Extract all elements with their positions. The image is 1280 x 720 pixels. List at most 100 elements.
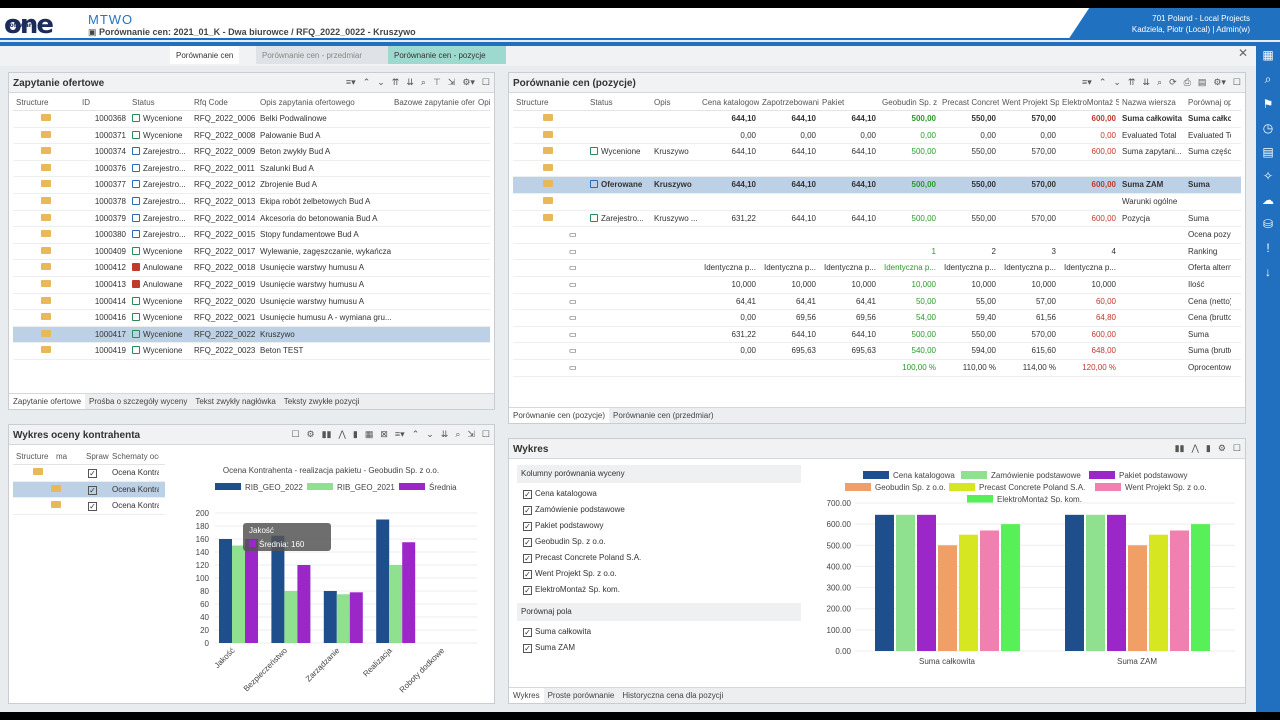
- table-row[interactable]: ▭ 1 2 3 4 Ranking: [513, 244, 1241, 261]
- checkbox-item[interactable]: ✓ ElektroMontaż Sp. kom.: [523, 582, 795, 598]
- bar[interactable]: [284, 591, 298, 643]
- maximize-icon[interactable]: ☐: [482, 429, 490, 440]
- settings-icon[interactable]: ⚙▾: [462, 77, 475, 88]
- table-row[interactable]: 1000417 Wycenione RFQ_2022_0022 Kruszywo: [13, 326, 490, 344]
- table-row[interactable]: ▭ 10,000 10,000 10,000 10,000 10,000 10,000 10,…: [513, 277, 1241, 294]
- checkbox-item[interactable]: ✓ Suma całkowita: [523, 624, 795, 640]
- search-icon[interactable]: ⌕: [1265, 72, 1272, 87]
- pin-icon[interactable]: ↓: [1265, 265, 1271, 279]
- checkbox-item[interactable]: ✓ Geobudin Sp. z o.o.: [523, 534, 795, 550]
- checkbox[interactable]: ✓: [523, 628, 532, 637]
- column-header[interactable]: Spraw: [83, 449, 109, 464]
- checkbox[interactable]: ✓: [88, 485, 97, 495]
- checkbox[interactable]: ✓: [523, 586, 532, 595]
- column-header[interactable]: ma: [53, 449, 83, 464]
- checkbox-item[interactable]: ✓ Went Projekt Sp. z o.o.: [523, 566, 795, 582]
- bar[interactable]: [323, 591, 337, 643]
- checkbox[interactable]: ✓: [523, 490, 532, 499]
- column-header[interactable]: Structure: [13, 95, 79, 110]
- bar[interactable]: [245, 539, 258, 643]
- column-header[interactable]: Porównaj opis: [1185, 95, 1231, 110]
- table-row[interactable]: Warunki ogólne: [513, 194, 1241, 211]
- bottom-tab[interactable]: Porównanie cen (przedmiar): [609, 408, 718, 423]
- refresh-icon[interactable]: ⟳: [1169, 77, 1177, 88]
- bar-chart-icon[interactable]: ▮▮: [1175, 443, 1185, 454]
- checkbox[interactable]: ✓: [523, 570, 532, 579]
- line-chart-icon[interactable]: ⋀: [339, 429, 346, 440]
- bar[interactable]: [376, 519, 390, 644]
- bar[interactable]: [219, 539, 232, 643]
- collapse-icon[interactable]: ≡▾: [1082, 77, 1092, 88]
- gear-icon[interactable]: ⚙: [307, 429, 315, 440]
- checkbox[interactable]: ✓: [523, 644, 532, 653]
- column-header[interactable]: Opis zapytania ofertowego: [257, 95, 391, 110]
- column-header[interactable]: Structure: [513, 95, 587, 110]
- checkbox-item[interactable]: ✓ Pakiet podstawowy: [523, 518, 795, 534]
- column-header[interactable]: Opis: [475, 95, 490, 110]
- table-row[interactable]: Oferowane Kruszywo 644,10 644,10 644,10 500,0…: [513, 177, 1241, 194]
- table-row[interactable]: ▭ Ocena pozyc: [513, 227, 1241, 244]
- bar[interactable]: [271, 535, 285, 643]
- bottom-icon[interactable]: ⇊: [406, 77, 414, 88]
- bar[interactable]: [1149, 534, 1168, 651]
- checkbox-cell[interactable]: ✓: [85, 465, 109, 481]
- top-icon[interactable]: ⇈: [392, 77, 400, 88]
- bottom-icon[interactable]: ⇊: [441, 429, 449, 440]
- table-row[interactable]: 1000419 Wycenione RFQ_2022_0023 Beton TEST: [13, 343, 490, 360]
- box-icon[interactable]: ☐: [291, 429, 299, 440]
- checkbox[interactable]: ✓: [88, 502, 97, 512]
- tree-row[interactable]: ✓ Ocena Kontra: [13, 498, 165, 515]
- bar[interactable]: [980, 530, 999, 651]
- table-row[interactable]: ▭ 631,22 644,10 644,10 500,00 550,00 570,00 600…: [513, 327, 1241, 344]
- bottom-tab[interactable]: Historyczna cena dla pozycji: [618, 688, 727, 703]
- table-row[interactable]: [513, 161, 1241, 178]
- bar[interactable]: [1001, 524, 1020, 651]
- column-header[interactable]: Rfq Code: [191, 95, 257, 110]
- table-row[interactable]: Zarejestro... Kruszywo ... 631,22 644,10 644…: [513, 211, 1241, 228]
- bottom-tab[interactable]: Zapytanie ofertowe: [9, 394, 86, 409]
- table-row[interactable]: 1000412 Anulowane RFQ_2022_0018 Usunięcie w…: [13, 260, 490, 277]
- column-header[interactable]: Structure: [13, 449, 53, 464]
- bottom-tab[interactable]: Prośba o szczegóły wyceny: [85, 394, 191, 409]
- column-header[interactable]: ID: [79, 95, 129, 110]
- table-row[interactable]: 1000374 Zarejestro... RFQ_2022_0009 Beton z…: [13, 144, 490, 161]
- table-row[interactable]: 1000376 Zarejestro... RFQ_2022_0011 Szalunk…: [13, 161, 490, 178]
- checkbox[interactable]: ✓: [523, 522, 532, 531]
- bucket-icon[interactable]: ⛁: [1263, 217, 1273, 231]
- bar[interactable]: [1086, 514, 1105, 651]
- table-row[interactable]: 1000378 Zarejestro... RFQ_2022_0013 Ekipa r…: [13, 194, 490, 211]
- checkbox-item[interactable]: ✓ Precast Concrete Poland S.A.: [523, 550, 795, 566]
- document-icon[interactable]: ▤: [1262, 145, 1273, 159]
- table-row[interactable]: 1000371 Wycenione RFQ_2022_0008 Palowanie B…: [13, 128, 490, 145]
- filter-icon[interactable]: ⊤: [433, 77, 441, 88]
- bar[interactable]: [389, 565, 403, 643]
- bar[interactable]: [1170, 530, 1189, 651]
- apps-icon[interactable]: ▦: [1262, 48, 1273, 62]
- wand-icon[interactable]: ✧: [1263, 169, 1273, 183]
- line-chart-icon[interactable]: ⋀: [1192, 443, 1199, 454]
- print-icon[interactable]: ⎙: [1184, 77, 1191, 88]
- bar[interactable]: [336, 594, 350, 643]
- table-row[interactable]: ▭ Identyczna p... Identyczna p... Identyczn…: [513, 260, 1241, 277]
- checkbox-item[interactable]: ✓ Zamówienie podstawowe: [523, 502, 795, 518]
- up-icon[interactable]: ⌃: [363, 77, 371, 88]
- bar[interactable]: [232, 545, 245, 644]
- top-icon[interactable]: ⇈: [1128, 77, 1136, 88]
- checkbox[interactable]: ✓: [523, 538, 532, 547]
- bar[interactable]: [1107, 514, 1126, 651]
- column-header[interactable]: Schematy oce: [109, 449, 159, 464]
- collapse-icon[interactable]: ≡▾: [346, 77, 356, 88]
- bar[interactable]: [917, 514, 936, 651]
- table-row[interactable]: 1000380 Zarejestro... RFQ_2022_0015 Stopy f…: [13, 227, 490, 244]
- bottom-tab[interactable]: Porównanie cen (pozycje): [509, 408, 610, 423]
- bar[interactable]: [938, 545, 957, 651]
- maximize-icon[interactable]: ☐: [1233, 443, 1241, 454]
- checkbox-item[interactable]: ✓ Cena katalogowa: [523, 486, 795, 502]
- column-header[interactable]: Bazowe zapytanie oferto: [391, 95, 475, 110]
- save-icon[interactable]: ▣: [88, 27, 99, 37]
- bar[interactable]: [959, 534, 978, 651]
- user-info[interactable]: 701 Poland - Local Projects Kadziela, Pio…: [1068, 8, 1280, 40]
- table-row[interactable]: ▭ 0,00 69,56 69,56 54,00 59,40 61,56 64,80 Cena …: [513, 310, 1241, 327]
- bar-chart-icon[interactable]: ▮▮: [322, 429, 332, 440]
- bottom-tab[interactable]: Tekst zwykły nagłówka: [191, 394, 279, 409]
